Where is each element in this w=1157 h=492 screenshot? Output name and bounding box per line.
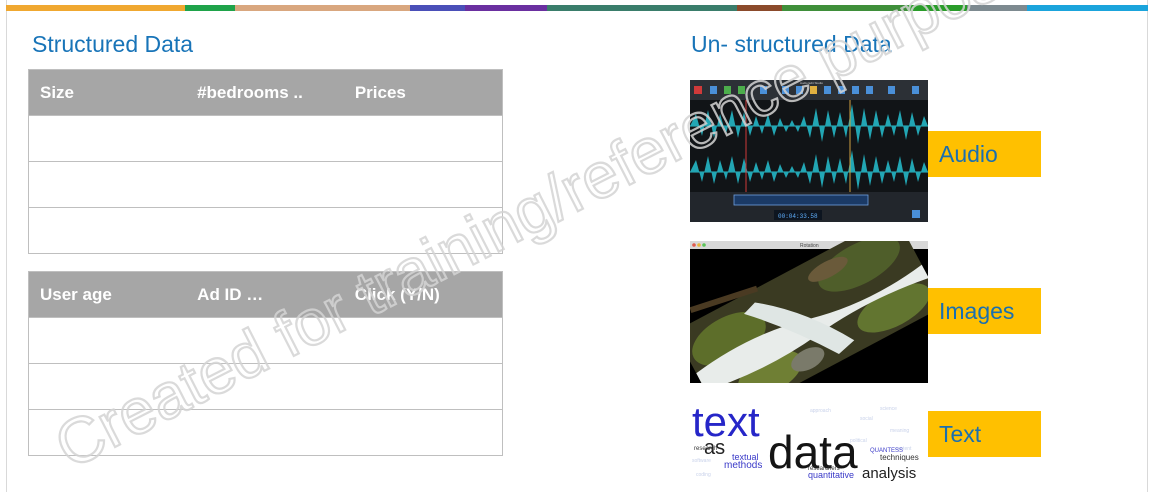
audio-label: Audio bbox=[928, 131, 1041, 177]
accent-bar-segment bbox=[465, 5, 547, 11]
svg-text:approach: approach bbox=[810, 408, 831, 414]
waterfall-photo: Rotation bbox=[690, 241, 928, 383]
table-cell bbox=[28, 115, 503, 162]
images-label: Images bbox=[928, 288, 1041, 334]
wordcloud-image: approachsocialmeaning politicalsoftwarec… bbox=[692, 402, 919, 482]
audio-app-title: Audio Edit Studio bbox=[800, 81, 823, 85]
accent-bar-segment bbox=[737, 5, 782, 11]
svg-text:social: social bbox=[860, 416, 873, 422]
svg-text:coding: coding bbox=[696, 472, 711, 478]
table-cell bbox=[28, 363, 503, 410]
column-header: Size bbox=[28, 69, 187, 116]
table-cell bbox=[28, 161, 503, 208]
accent-bar-segment bbox=[1027, 5, 1148, 11]
word-research: research bbox=[694, 446, 717, 452]
rotated-image-screenshot: Rotation bbox=[690, 241, 928, 383]
table-row bbox=[28, 161, 503, 208]
table-row bbox=[28, 115, 503, 162]
svg-text:meaning: meaning bbox=[890, 428, 909, 434]
ad-click-table: User age Ad ID … Click (Y/N) bbox=[28, 271, 503, 456]
unstructured-data-title: Un- structured Data bbox=[691, 31, 892, 57]
column-header: Ad ID … bbox=[186, 271, 344, 318]
structured-data-title: Structured Data bbox=[32, 31, 194, 57]
word-analysis: analysis bbox=[862, 465, 916, 482]
table-cell bbox=[28, 409, 503, 456]
table-row bbox=[28, 409, 503, 456]
accent-bar-segment bbox=[967, 5, 1027, 11]
table-header-row: User age Ad ID … Click (Y/N) bbox=[28, 271, 503, 318]
column-header: Prices bbox=[343, 69, 503, 116]
audio-time-readout: 00:04:33.58 bbox=[778, 213, 818, 220]
table-row bbox=[28, 207, 503, 254]
image-app-title: Rotation bbox=[800, 243, 819, 249]
column-header: User age bbox=[28, 271, 187, 318]
accent-bar-segment bbox=[782, 5, 907, 11]
accent-bar-segment bbox=[185, 5, 235, 11]
table-cell bbox=[28, 317, 503, 364]
table-row bbox=[28, 317, 503, 364]
word-text: text bbox=[692, 402, 760, 445]
accent-bar-segment bbox=[547, 5, 737, 11]
column-header: #bedrooms .. bbox=[186, 69, 344, 116]
word-techniques: techniques bbox=[880, 453, 919, 462]
table-row bbox=[28, 363, 503, 410]
accent-bar-segment bbox=[907, 5, 967, 11]
accent-bar-segment bbox=[6, 5, 185, 11]
word-researchers: researchers bbox=[808, 466, 840, 472]
accent-bar-segment bbox=[235, 5, 410, 11]
column-header: Click (Y/N) bbox=[343, 271, 503, 318]
text-wordcloud: approach social meaning political software c… bbox=[690, 402, 928, 482]
audio-waveform-image: Audio Edit Studio 00:04:33.58 bbox=[690, 80, 928, 222]
table-cell bbox=[28, 207, 503, 254]
svg-text:science: science bbox=[880, 406, 897, 412]
accent-bar-segment bbox=[410, 5, 465, 11]
word-quantess: QUANTESS bbox=[870, 448, 903, 454]
table-header-row: Size #bedrooms .. Prices bbox=[28, 69, 503, 116]
slide-accent-bar bbox=[6, 5, 1148, 11]
word-methods: methods bbox=[724, 460, 762, 471]
audio-editor-screenshot: Audio Edit Studio 00:04:33.58 bbox=[690, 80, 928, 222]
text-label: Text bbox=[928, 411, 1041, 457]
housing-table: Size #bedrooms .. Prices bbox=[28, 69, 503, 254]
